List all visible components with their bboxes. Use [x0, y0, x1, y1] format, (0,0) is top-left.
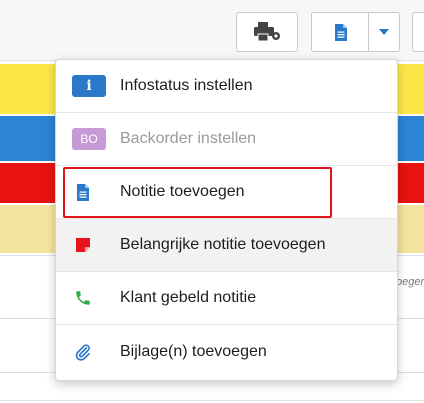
toolbar: [0, 0, 424, 61]
document-icon: [334, 23, 347, 41]
note-dropdown-menu: i Infostatus instellen BO Backorder inst…: [55, 59, 398, 381]
menu-item-label: Klant gebeld notitie: [120, 289, 257, 306]
menu-item-label: Bijlage(n) toevoegen: [120, 342, 267, 360]
phone-icon: [72, 287, 94, 309]
info-icon: i: [72, 75, 106, 97]
menu-item-label: Notitie toevoegen: [120, 183, 245, 200]
document-icon: [72, 181, 94, 203]
menu-item-add-attachment[interactable]: Bijlage(n) toevoegen: [56, 325, 397, 378]
important-note-icon: [72, 234, 94, 256]
printer-gear-icon: [254, 22, 280, 42]
row-divider: [0, 400, 424, 401]
truncated-cell-text: oeger: [396, 276, 424, 288]
caret-down-icon: [379, 29, 389, 35]
menu-item-add-important-note[interactable]: Belangrijke notitie toevoegen: [56, 219, 397, 272]
menu-item-add-note[interactable]: Notitie toevoegen: [56, 166, 397, 219]
menu-item-label: Infostatus instellen: [120, 77, 253, 94]
print-options-button[interactable]: [236, 12, 298, 52]
menu-item-label: Backorder instellen: [120, 130, 257, 147]
note-button[interactable]: [311, 12, 369, 52]
menu-item-customer-called-note[interactable]: Klant gebeld notitie: [56, 272, 397, 325]
paperclip-icon: [72, 341, 94, 363]
menu-item-infostatus[interactable]: i Infostatus instellen: [56, 60, 397, 113]
menu-item-label: Belangrijke notitie toevoegen: [120, 236, 326, 253]
note-dropdown-toggle[interactable]: [368, 12, 400, 52]
backorder-badge-icon: BO: [72, 128, 106, 150]
menu-item-backorder: BO Backorder instellen: [56, 113, 397, 166]
next-toolbar-button[interactable]: [412, 12, 424, 52]
